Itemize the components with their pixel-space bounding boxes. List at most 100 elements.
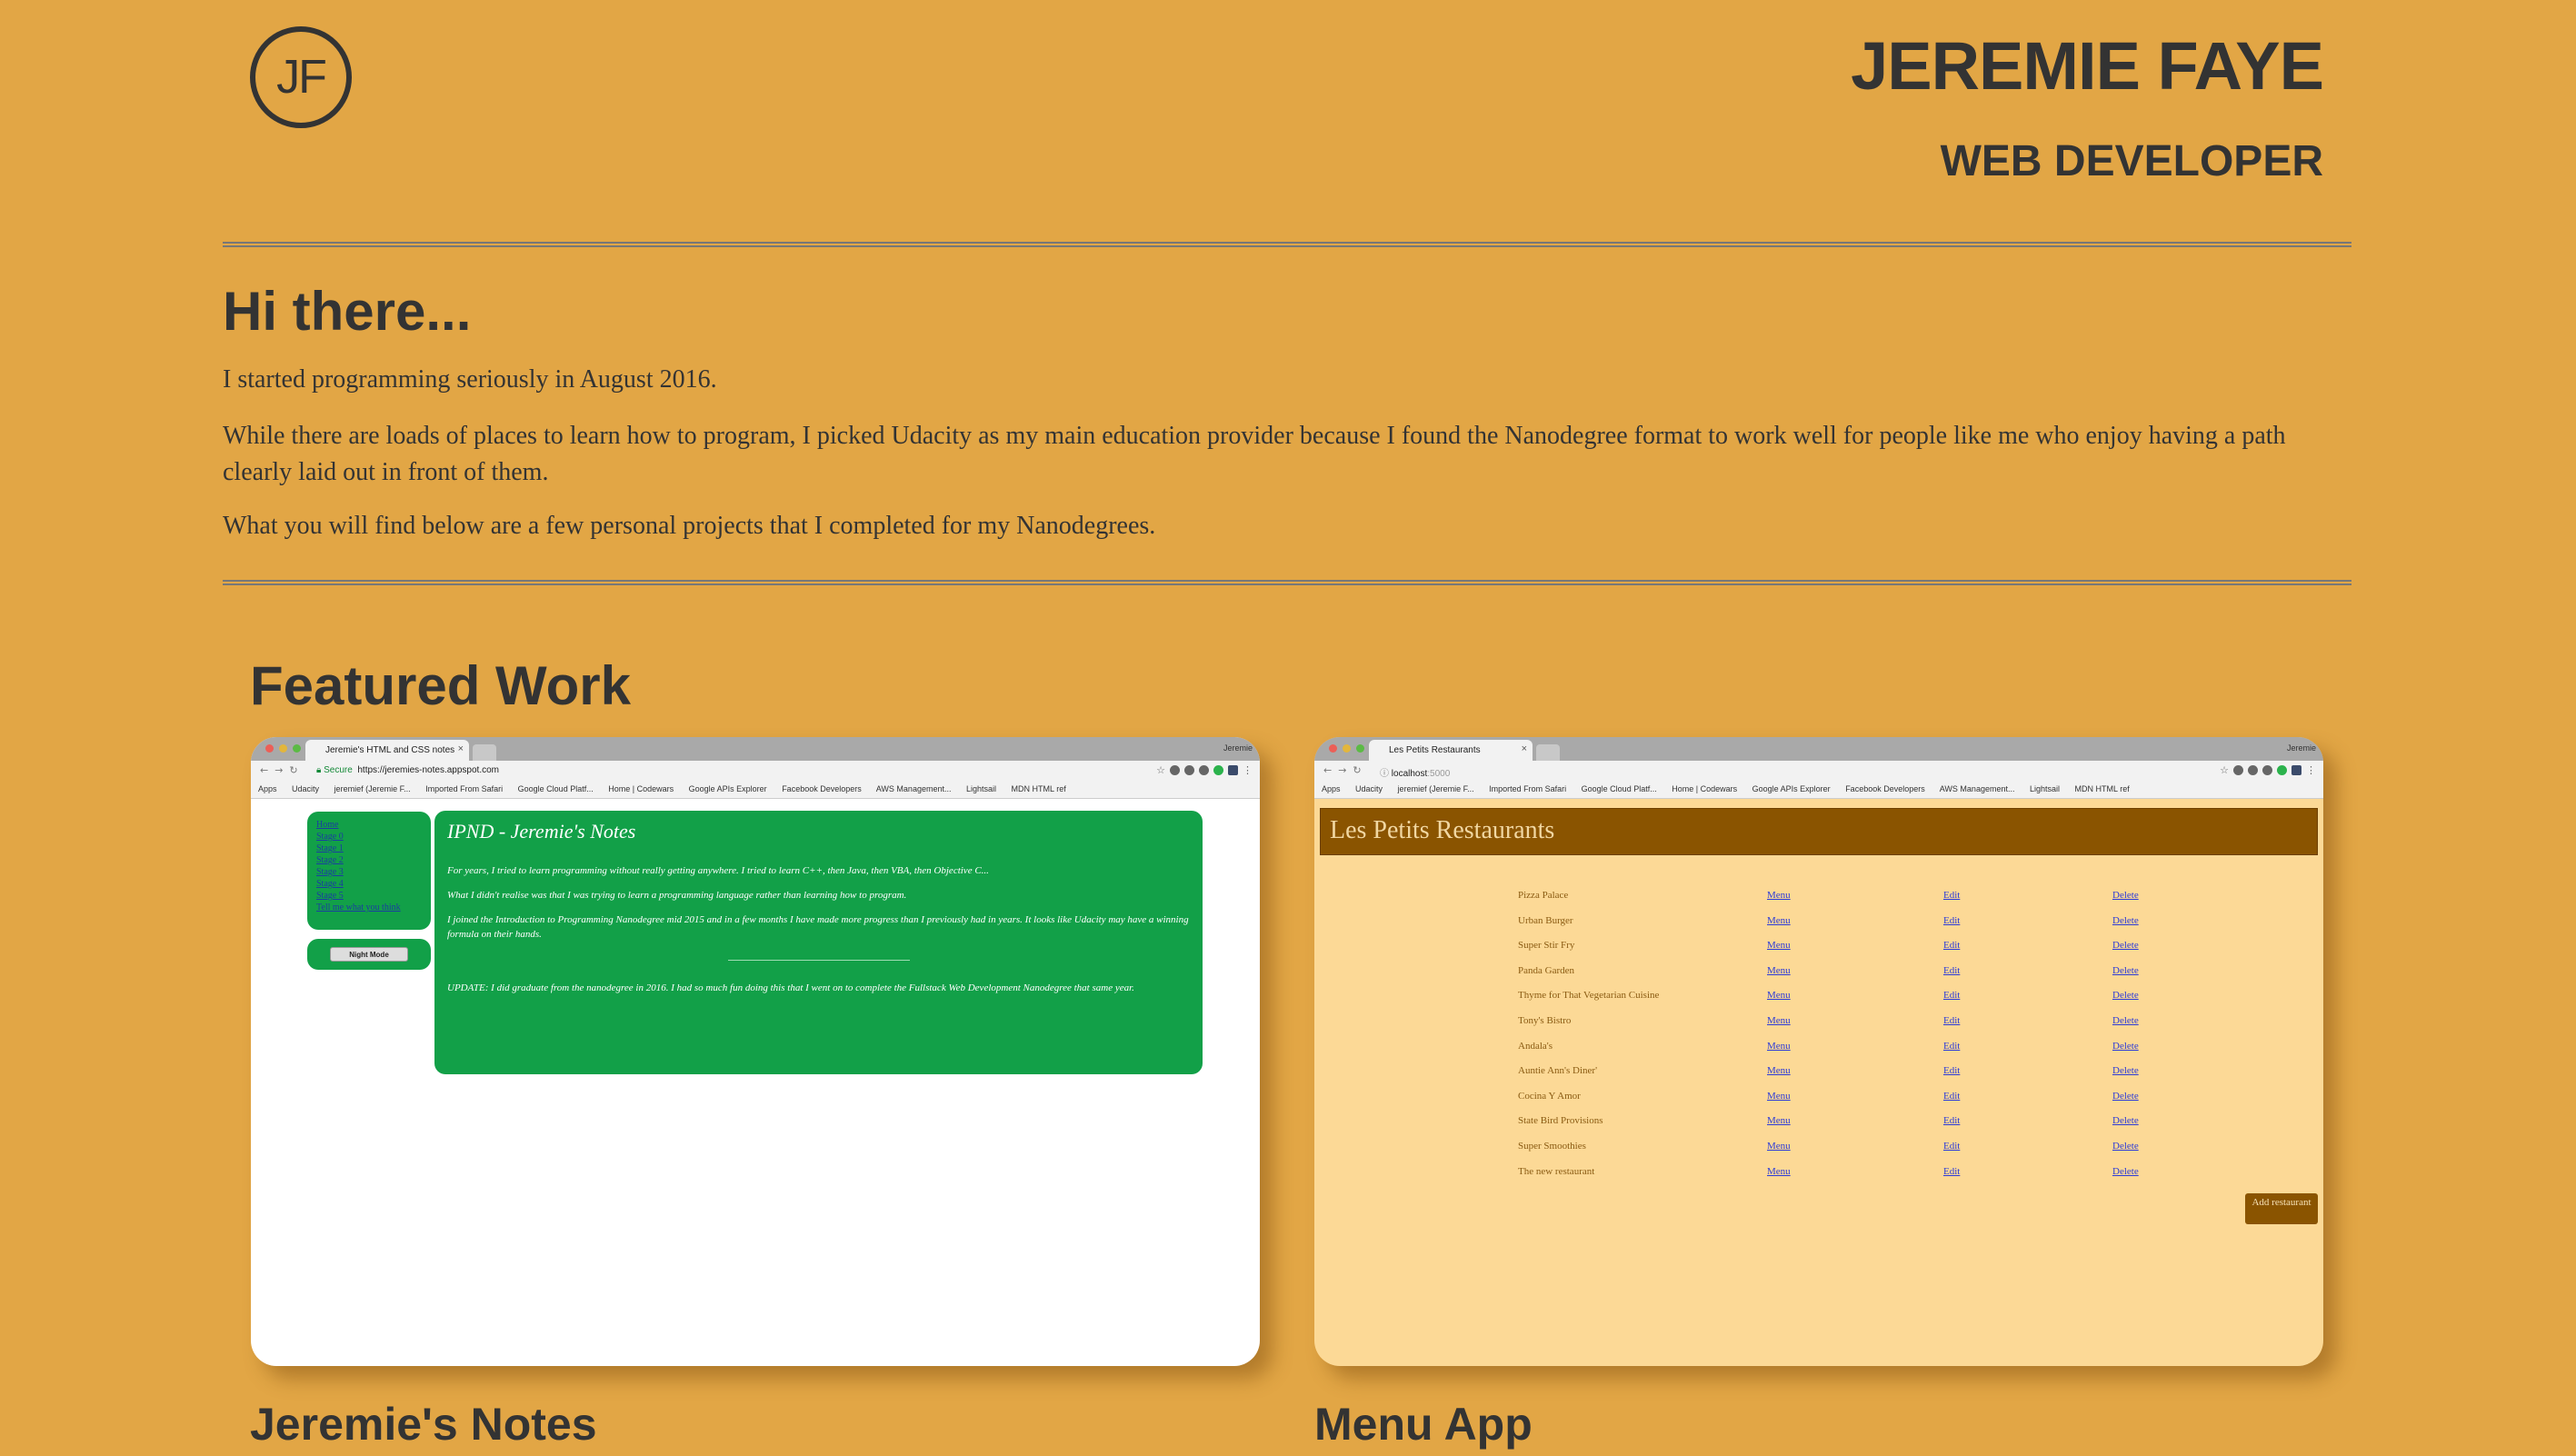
bookmark: Lightsail [2029, 784, 2061, 793]
night-mode-button: Night Mode [330, 947, 408, 962]
close-icon: × [457, 743, 464, 754]
url-port: :5000 [1427, 769, 1451, 779]
browser-bookmarks-bar: Apps Udacity jeremief (Jeremie F... Impo… [251, 781, 1260, 799]
menu-link: Menu [1767, 940, 1791, 952]
add-restaurant-button: Add restaurant [2245, 1193, 2318, 1224]
browser-nav-icons: ← → ↻ [1323, 764, 1362, 776]
menu-link: Menu [1767, 1140, 1791, 1152]
url-text: https://jeremies-notes.appspot.com [357, 765, 499, 775]
intro-divider [223, 580, 2351, 585]
bookmark: Home | Codewars [1672, 784, 1738, 793]
project-title-menu-app[interactable]: Menu App [1314, 1398, 1533, 1451]
bookmark: Google APIs Explorer [688, 784, 767, 793]
bookmark: Google Cloud Platf... [517, 784, 594, 793]
header-divider [223, 242, 2351, 247]
edit-link: Edit [1943, 1165, 1961, 1177]
maximize-dot-icon [293, 744, 301, 753]
bookmark: jeremief (Jeremie F... [334, 784, 411, 793]
browser-tabbar: Jeremie's HTML and CSS notes × Jeremie [251, 737, 1260, 761]
browser-user: Jeremie [1223, 743, 1253, 753]
restaurant-name: Super Stir Fry [1518, 940, 1575, 952]
bookmark: Lightsail [965, 784, 997, 793]
project-card-notes[interactable]: Jeremie's HTML and CSS notes × Jeremie ←… [251, 737, 1260, 1366]
lock-icon: 🔒︎ [316, 765, 324, 775]
edit-link: Edit [1943, 1065, 1961, 1077]
minimize-dot-icon [1343, 744, 1351, 753]
more-icon: ⋮ [1243, 765, 1253, 776]
edit-link: Edit [1943, 1090, 1961, 1102]
project-card-menu-app[interactable]: Les Petits Restaurants × Jeremie ← → ↻ ⓘ… [1314, 737, 2323, 1366]
restaurant-row: Thyme for That Vegetarian Cuisine Menu Edi… [1518, 990, 2263, 1015]
sidebar-link: Stage 3 [316, 867, 344, 877]
bookmark: jeremief (Jeremie F... [1397, 784, 1474, 793]
bookmark: Udacity [1355, 784, 1383, 793]
site-role: WEB DEVELOPER [1940, 137, 2323, 185]
delete-link: Delete [2112, 914, 2139, 926]
extension-icon [1199, 765, 1209, 775]
notes-paragraph: For years, I tried to learn programming … [447, 865, 989, 876]
restaurant-row: Tony's Bistro Menu Edit Delete [1518, 1015, 2263, 1041]
extension-icon [2277, 765, 2287, 775]
edit-link: Edit [1943, 940, 1961, 952]
edit-link: Edit [1943, 964, 1961, 976]
bookmark: Google APIs Explorer [1752, 784, 1831, 793]
bookmark: Udacity [292, 784, 320, 793]
notes-paragraph: I joined the Introduction to Programming… [447, 914, 1189, 940]
menu-link: Menu [1767, 1115, 1791, 1127]
project-title-notes[interactable]: Jeremie's Notes [250, 1398, 597, 1451]
restaurant-name: Cocina Y Amor [1518, 1090, 1581, 1102]
night-mode-panel: Night Mode [307, 939, 431, 970]
delete-link: Delete [2112, 1065, 2139, 1077]
intro-paragraph: While there are loads of places to learn… [223, 422, 2286, 486]
restaurant-row: Auntie Ann's Diner' Menu Edit Delete [1518, 1065, 2263, 1091]
browser-addressbar: ← → ↻ ⓘ localhost:5000 ☆ ⋮ [1314, 761, 2323, 781]
restaurant-row: Urban Burger Menu Edit Delete [1518, 915, 2263, 941]
extension-icon [2233, 765, 2243, 775]
notes-divider [727, 960, 910, 961]
extension-icon [2248, 765, 2258, 775]
sidebar-link: Stage 2 [316, 855, 344, 865]
sidebar-link: Stage 1 [316, 843, 344, 853]
restaurant-row: Cocina Y Amor Menu Edit Delete [1518, 1091, 2263, 1116]
restaurant-name: Tony's Bistro [1518, 1014, 1572, 1026]
restaurant-row: Super Stir Fry Menu Edit Delete [1518, 940, 2263, 965]
notes-heading: IPND - Jeremie's Notes [447, 820, 636, 843]
menu-link: Menu [1767, 990, 1791, 1002]
restaurant-name: Pizza Palace [1518, 890, 1569, 901]
bookmark: Apps [1322, 784, 1341, 793]
delete-link: Delete [2112, 1115, 2139, 1127]
star-icon: ☆ [2220, 765, 2229, 776]
restaurant-row: Andala's Menu Edit Delete [1518, 1041, 2263, 1066]
restaurant-name: The new restaurant [1518, 1165, 1595, 1177]
new-tab-icon [1536, 744, 1560, 761]
sidebar-link: Home [316, 820, 339, 830]
menu-link: Menu [1767, 914, 1791, 926]
delete-link: Delete [2112, 1090, 2139, 1102]
extension-icon [1170, 765, 1180, 775]
browser-tab-label: Les Petits Restaurants [1389, 745, 1481, 755]
browser-tabbar: Les Petits Restaurants × Jeremie [1314, 737, 2323, 761]
logo[interactable]: JF [250, 26, 352, 128]
delete-link: Delete [2112, 940, 2139, 952]
sidebar-link: Stage 0 [316, 832, 344, 842]
delete-link: Delete [2112, 964, 2139, 976]
sidebar-link: Stage 4 [316, 879, 344, 889]
more-icon: ⋮ [2306, 765, 2316, 776]
intro-title: Hi there... [223, 281, 472, 342]
secure-label: Secure [324, 765, 353, 775]
notes-paragraph: What I didn't realise was that I was try… [447, 890, 907, 901]
restaurant-row: Panda Garden Menu Edit Delete [1518, 965, 2263, 991]
menu-link: Menu [1767, 1040, 1791, 1052]
edit-link: Edit [1943, 990, 1961, 1002]
extension-icon [1184, 765, 1194, 775]
bookmark: Facebook Developers [782, 784, 862, 793]
close-dot-icon [265, 744, 274, 753]
delete-link: Delete [2112, 1014, 2139, 1026]
bookmark: Google Cloud Platf... [1581, 784, 1657, 793]
delete-link: Delete [2112, 890, 2139, 901]
bookmark: AWS Management... [875, 784, 952, 793]
edit-link: Edit [1943, 1140, 1961, 1152]
bookmark: Home | Codewars [608, 784, 674, 793]
menu-link: Menu [1767, 1165, 1791, 1177]
browser-extension-icons: ☆ ⋮ [1156, 764, 1253, 776]
